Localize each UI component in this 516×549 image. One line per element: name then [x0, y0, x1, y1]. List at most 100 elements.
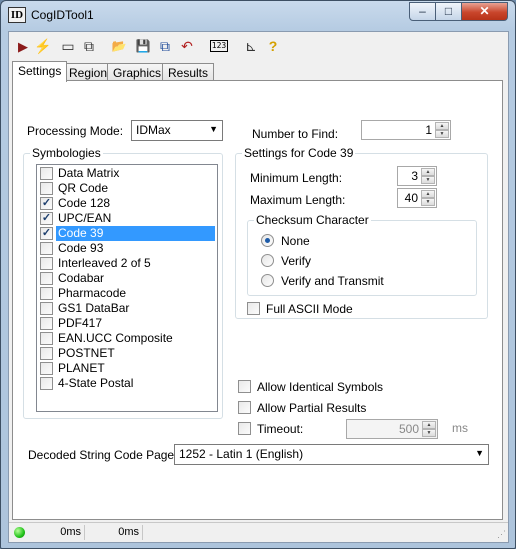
code-page-value: 1252 - Latin 1 (English)	[179, 447, 304, 461]
symbology-label: POSTNET	[58, 346, 115, 360]
minimize-button[interactable]: –	[409, 2, 436, 21]
list-item[interactable]: ✓ Code 39	[38, 226, 215, 241]
processing-mode-select[interactable]: IDMax ▼	[131, 120, 223, 141]
symbology-checkbox[interactable]	[40, 347, 53, 360]
symbology-label: PLANET	[58, 361, 105, 375]
list-item[interactable]: ✓ UPC/EAN	[38, 211, 215, 226]
list-item[interactable]: PLANET	[38, 361, 215, 376]
symbology-label: Code 128	[58, 196, 111, 210]
min-length-value: 3	[411, 169, 418, 183]
numeric-display-button[interactable]: 123	[208, 36, 230, 56]
symbology-checkbox[interactable]	[40, 377, 53, 390]
title-bar[interactable]: ID CogIDTool1 – □ ✕	[1, 1, 515, 29]
save-button[interactable]: 💾	[133, 36, 153, 56]
checksum-none-radio[interactable]	[261, 234, 274, 247]
window-title: CogIDTool1	[31, 8, 94, 22]
timeout-checkbox[interactable]	[238, 422, 251, 435]
checksum-verify-label: Verify	[281, 254, 312, 268]
symbology-checkbox[interactable]	[40, 332, 53, 345]
symbology-label: EAN.UCC Composite	[58, 331, 173, 345]
help-button[interactable]: ?	[263, 36, 283, 56]
list-item[interactable]: Interleaved 2 of 5	[38, 256, 215, 271]
status-light-icon	[14, 527, 25, 538]
symbology-checkbox[interactable]: ✓	[40, 227, 53, 240]
symbology-label: Code 93	[58, 241, 104, 255]
timeout-input[interactable]: 500 ▲ ▼	[346, 419, 438, 439]
spin-up-icon[interactable]: ▲	[435, 122, 449, 130]
symbology-checkbox[interactable]: ✓	[40, 212, 53, 225]
checksum-none-label: None	[281, 234, 310, 248]
list-item[interactable]: Pharmacode	[38, 286, 215, 301]
tab-region[interactable]: Region	[63, 63, 114, 81]
symbology-label: Interleaved 2 of 5	[58, 256, 151, 270]
numeric-display-icon: 123	[209, 40, 229, 52]
list-item[interactable]: PDF417	[38, 316, 215, 331]
checksum-verify-radio[interactable]	[261, 254, 274, 267]
min-length-input[interactable]: 3 ▲ ▼	[397, 166, 437, 186]
full-ascii-checkbox[interactable]	[247, 302, 260, 315]
symbology-label: Pharmacode	[58, 286, 127, 300]
spin-down-icon[interactable]: ▼	[422, 429, 436, 437]
spin-down-icon[interactable]: ▼	[435, 130, 449, 138]
spin-down-icon[interactable]: ▼	[421, 198, 435, 206]
symbologies-list[interactable]: Data Matrix QR Code ✓ Code 128 ✓ UPC/EAN ✓ Code…	[36, 164, 218, 412]
client-area: ▶ ⚡ ▭ ⧉ 📂 💾 ⧉ ↶ 123 ⊾ ? Settings Region …	[8, 31, 509, 543]
symbology-checkbox[interactable]	[40, 257, 53, 270]
symbology-checkbox[interactable]	[40, 272, 53, 285]
list-item[interactable]: 4-State Postal	[38, 376, 215, 391]
spin-up-icon[interactable]: ▲	[421, 190, 435, 198]
symbology-checkbox[interactable]	[40, 242, 53, 255]
spin-down-icon[interactable]: ▼	[421, 176, 435, 184]
tab-results[interactable]: Results	[162, 63, 215, 81]
help-icon: ?	[268, 38, 278, 54]
symbology-checkbox[interactable]	[40, 167, 53, 180]
spin-up-icon[interactable]: ▲	[422, 421, 436, 429]
symbology-checkbox[interactable]	[40, 182, 53, 195]
tab-settings[interactable]: Settings	[12, 61, 68, 82]
list-item[interactable]: Data Matrix	[38, 166, 215, 181]
symbology-label: 4-State Postal	[58, 376, 134, 390]
list-item[interactable]: ✓ Code 128	[38, 196, 215, 211]
settings-button[interactable]: ⊾	[241, 36, 261, 56]
train-button[interactable]: ⧉	[79, 36, 99, 56]
list-item[interactable]: QR Code	[38, 181, 215, 196]
list-item[interactable]: GS1 DataBar	[38, 301, 215, 316]
code-settings-title: Settings for Code 39	[242, 146, 356, 160]
symbology-checkbox[interactable]	[40, 302, 53, 315]
number-to-find-label: Number to Find:	[252, 127, 339, 141]
resize-grip-icon[interactable]: ⋰	[497, 529, 506, 540]
live-button[interactable]: ⚡	[33, 36, 53, 56]
app-window: ID CogIDTool1 – □ ✕ ▶ ⚡ ▭ ⧉ 📂 💾 ⧉ ↶ 123 …	[0, 0, 516, 549]
copy-button[interactable]: ⧉	[155, 36, 175, 56]
number-to-find-input[interactable]: 1 ▲ ▼	[361, 120, 451, 140]
list-item[interactable]: EAN.UCC Composite	[38, 331, 215, 346]
symbology-checkbox[interactable]: ✓	[40, 197, 53, 210]
symbology-checkbox[interactable]	[40, 287, 53, 300]
tab-graphics[interactable]: Graphics	[107, 63, 168, 81]
run-button[interactable]: ▶	[13, 36, 33, 56]
code-page-select[interactable]: 1252 - Latin 1 (English) ▼	[174, 444, 489, 465]
list-item[interactable]: Code 93	[38, 241, 215, 256]
allow-identical-checkbox[interactable]	[238, 380, 251, 393]
max-length-input[interactable]: 40 ▲ ▼	[397, 188, 437, 208]
list-item[interactable]: Codabar	[38, 271, 215, 286]
max-length-value: 40	[404, 191, 418, 205]
allow-partial-label: Allow Partial Results	[257, 401, 367, 415]
checksum-verify-transmit-radio[interactable]	[261, 274, 274, 287]
checksum-title: Checksum Character	[254, 213, 371, 227]
close-button[interactable]: ✕	[461, 2, 508, 21]
reset-button[interactable]: ↶	[177, 36, 197, 56]
run-icon: ▶	[18, 38, 28, 54]
maximize-button[interactable]: □	[435, 2, 462, 21]
symbology-checkbox[interactable]	[40, 362, 53, 375]
list-item[interactable]: POSTNET	[38, 346, 215, 361]
allow-identical-label: Allow Identical Symbols	[257, 380, 384, 394]
allow-partial-checkbox[interactable]	[238, 401, 251, 414]
toolbar: ▶ ⚡ ▭ ⧉ 📂 💾 ⧉ ↶ 123 ⊾ ?	[9, 32, 508, 60]
symbology-checkbox[interactable]	[40, 317, 53, 330]
code-page-label: Decoded String Code Page:	[28, 448, 178, 462]
spin-up-icon[interactable]: ▲	[421, 168, 435, 176]
processing-mode-label: Processing Mode:	[27, 124, 124, 138]
open-button[interactable]: 📂	[109, 36, 129, 56]
image-source-button[interactable]: ▭	[58, 36, 78, 56]
